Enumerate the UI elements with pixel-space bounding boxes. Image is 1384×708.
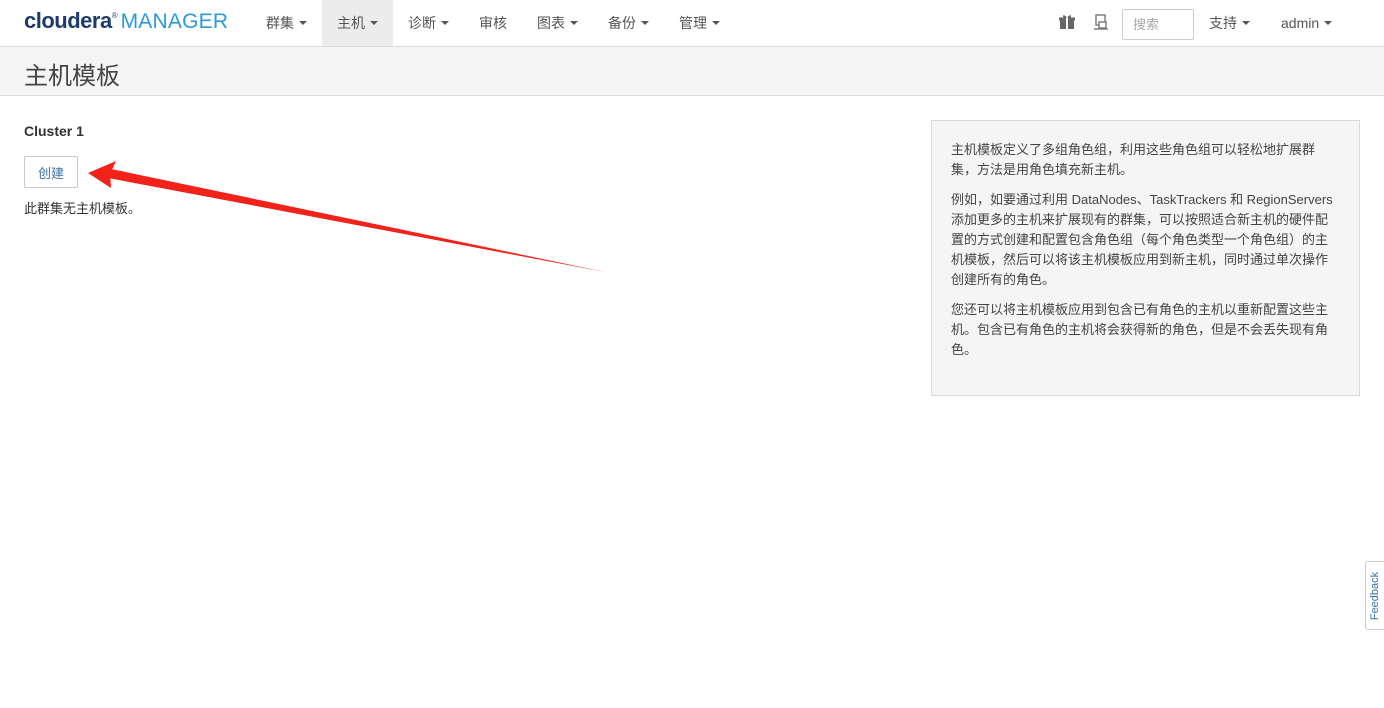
- caret-down-icon: [570, 21, 578, 25]
- page-title: 主机模板: [24, 63, 120, 90]
- help-paragraph: 您还可以将主机模板应用到包含已有角色的主机以重新配置这些主机。包含已有角色的主机…: [951, 302, 1329, 357]
- caret-down-icon: [1242, 21, 1250, 25]
- caret-down-icon: [370, 21, 378, 25]
- user-label: admin: [1281, 15, 1320, 31]
- page-header: 主机模板: [0, 47, 1384, 96]
- brand-product: MANAGER: [120, 10, 229, 33]
- nav-administration[interactable]: 管理: [664, 0, 735, 46]
- nav-administration-label: 管理: [679, 15, 707, 31]
- empty-template-message: 此群集无主机模板。: [24, 201, 142, 216]
- top-navbar: cloudera ® MANAGER 群集 主机 诊断 审核 图表 备份 管理: [0, 0, 1384, 47]
- brand-name: cloudera: [24, 8, 112, 33]
- support-menu[interactable]: 支持: [1209, 0, 1250, 46]
- nav-diagnostics-label: 诊断: [408, 15, 436, 31]
- caret-down-icon: [441, 21, 449, 25]
- nav-backup-label: 备份: [608, 15, 636, 31]
- parcels-icon[interactable]: [1092, 13, 1112, 33]
- caret-down-icon: [1324, 21, 1333, 25]
- cluster-heading: Cluster 1: [24, 123, 84, 139]
- caret-down-icon: [712, 21, 720, 25]
- nav-clusters-label: 群集: [266, 15, 294, 31]
- feedback-label: Feedback: [1369, 571, 1381, 620]
- main-menu: 群集 主机 诊断 审核 图表 备份 管理: [251, 0, 735, 46]
- nav-audits-label: 审核: [479, 15, 507, 31]
- feedback-tab[interactable]: Feedback: [1365, 561, 1384, 630]
- cloudera-manager-logo[interactable]: cloudera ® MANAGER: [24, 8, 228, 38]
- help-paragraph: 例如，如要通过利用 DataNodes、TaskTrackers 和 Regio…: [951, 192, 1333, 287]
- nav-clusters[interactable]: 群集: [251, 0, 322, 46]
- gift-icon[interactable]: [1058, 13, 1078, 33]
- nav-backup[interactable]: 备份: [593, 0, 664, 46]
- nav-diagnostics[interactable]: 诊断: [393, 0, 464, 46]
- nav-hosts-label: 主机: [337, 15, 365, 31]
- nav-charts[interactable]: 图表: [522, 0, 593, 46]
- create-host-template-button[interactable]: 创建: [24, 156, 78, 188]
- caret-down-icon: [299, 21, 307, 25]
- nav-charts-label: 图表: [537, 15, 565, 31]
- help-panel: 主机模板定义了多组角色组，利用这些角色组可以轻松地扩展群集，方法是用角色填充新主…: [931, 120, 1360, 396]
- nav-hosts[interactable]: 主机: [322, 0, 393, 46]
- nav-audits[interactable]: 审核: [464, 0, 522, 46]
- user-menu[interactable]: admin: [1281, 0, 1333, 46]
- help-paragraph: 主机模板定义了多组角色组，利用这些角色组可以轻松地扩展群集，方法是用角色填充新主…: [951, 142, 1316, 177]
- caret-down-icon: [641, 21, 649, 25]
- registered-mark: ®: [111, 11, 118, 20]
- search-input[interactable]: [1122, 9, 1194, 40]
- support-label: 支持: [1209, 15, 1237, 31]
